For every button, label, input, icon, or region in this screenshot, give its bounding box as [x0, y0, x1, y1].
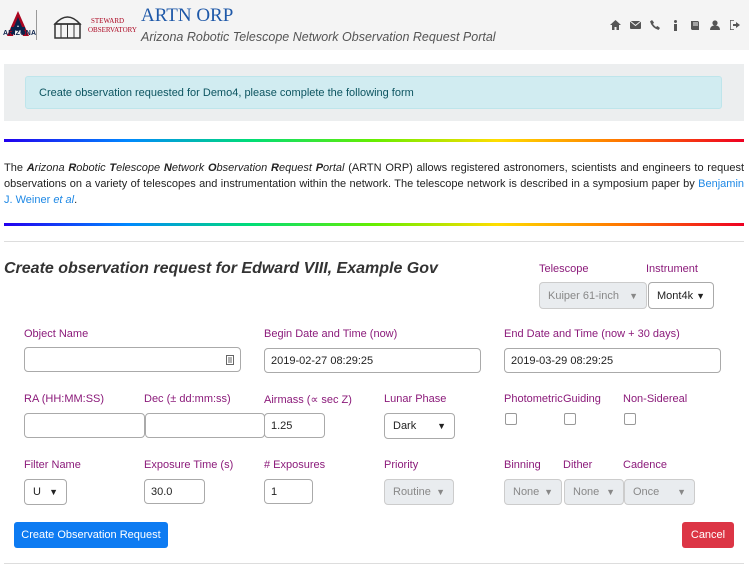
intro-word: rizona: [34, 162, 69, 174]
chevron-down-icon: ▼: [544, 487, 553, 497]
priority-label: Priority: [384, 459, 419, 471]
intro-paragraph: The Arizona Robotic Telescope Network Ob…: [4, 160, 744, 208]
airmass-label: Airmass (∝ sec Z): [264, 394, 352, 406]
filter-name-select[interactable]: U ▼: [24, 479, 67, 505]
intro-letter: O: [207, 162, 217, 174]
intro-letter: N: [163, 162, 172, 174]
filter-name-label: Filter Name: [24, 459, 81, 471]
cadence-select[interactable]: Once ▼: [624, 479, 695, 505]
create-observation-button[interactable]: Create Observation Request: [14, 522, 168, 548]
intro-word: bservation: [216, 162, 271, 174]
num-exposures-input[interactable]: 1: [264, 479, 313, 504]
rainbow-divider-bottom: [4, 223, 744, 226]
telescope-label: Telescope: [539, 263, 589, 275]
exposure-time-label: Exposure Time (s): [144, 459, 234, 471]
intro-letter: A: [26, 162, 35, 174]
rainbow-divider-top: [4, 139, 744, 142]
book-icon[interactable]: [689, 19, 701, 31]
non-sidereal-checkbox[interactable]: [624, 413, 636, 425]
app-title: ARTN ORP: [141, 5, 234, 26]
ra-label: RA (HH:MM:SS): [24, 393, 105, 405]
dither-label: Dither: [563, 459, 593, 471]
intro-letter: P: [315, 162, 324, 174]
user-icon[interactable]: [709, 19, 721, 31]
intro-word: ortal: [323, 162, 345, 174]
binning-value: None: [513, 486, 540, 498]
contact-card-icon: [226, 354, 234, 365]
logo-divider: [36, 10, 37, 40]
info-alert: Create observation requested for Demo4, …: [25, 76, 722, 109]
cadence-label: Cadence: [623, 459, 668, 471]
chevron-down-icon: ▼: [437, 421, 446, 431]
exposure-time-input[interactable]: 30.0: [144, 479, 205, 504]
lunar-phase-label: Lunar Phase: [384, 393, 447, 405]
intro-the: The: [4, 162, 23, 174]
lunar-phase-select[interactable]: Dark ▼: [384, 413, 455, 439]
app-subtitle: Arizona Robotic Telescope Network Observ…: [141, 30, 496, 44]
lunar-phase-value: Dark: [393, 420, 417, 432]
object-name-label: Object Name: [24, 328, 89, 340]
phone-icon[interactable]: [649, 19, 661, 31]
intro-word: equest: [278, 162, 316, 174]
intro-end: .: [74, 194, 78, 206]
envelope-icon[interactable]: [629, 19, 641, 31]
binning-label: Binning: [504, 459, 541, 471]
dither-value: None: [573, 486, 600, 498]
home-icon[interactable]: [609, 19, 621, 31]
steward-logo-line2: OBSERVATORY: [88, 26, 137, 34]
priority-value: Routine: [393, 486, 431, 498]
chevron-down-icon: ▼: [49, 487, 58, 497]
sign-out-icon[interactable]: [729, 19, 741, 31]
instrument-value: Mont4k: [657, 289, 694, 302]
guiding-label: Guiding: [563, 393, 601, 405]
cancel-button[interactable]: Cancel: [682, 522, 734, 548]
chevron-down-icon: ▼: [629, 290, 638, 301]
intro-word: elescope: [116, 162, 164, 174]
info-icon[interactable]: [669, 19, 681, 31]
form-title: Create observation request for Edward VI…: [4, 260, 438, 277]
arizona-logo-text: ARIZONA: [3, 30, 37, 37]
begin-date-label: Begin Date and Time (now): [264, 328, 398, 340]
photometric-checkbox[interactable]: [505, 413, 517, 425]
dec-input[interactable]: [145, 413, 265, 438]
section-divider: [4, 241, 744, 242]
telescope-select[interactable]: Kuiper 61-inch ▼: [539, 282, 647, 309]
chevron-down-icon: ▼: [677, 487, 686, 497]
object-name-input[interactable]: [24, 347, 241, 372]
chevron-down-icon: ▼: [696, 290, 705, 301]
header-nav: [609, 19, 741, 31]
cadence-value: Once: [633, 486, 660, 498]
observatory-dome-icon[interactable]: [50, 10, 85, 40]
dither-select[interactable]: None ▼: [564, 479, 624, 505]
intro-word: etwork: [171, 162, 208, 174]
begin-date-input[interactable]: 2019-02-27 08:29:25: [264, 348, 481, 373]
instrument-label: Instrument: [646, 263, 698, 275]
dec-label: Dec (± dd:mm:ss): [144, 393, 231, 405]
intro-word: obotic: [76, 162, 110, 174]
chevron-down-icon: ▼: [436, 487, 445, 497]
footer-divider: [4, 563, 744, 564]
airmass-input[interactable]: 1.25: [264, 413, 325, 438]
binning-select[interactable]: None ▼: [504, 479, 562, 505]
steward-logo-line1: STEWARD: [91, 17, 125, 25]
instrument-select[interactable]: Mont4k ▼: [648, 282, 714, 309]
num-exposures-label: # Exposures: [264, 459, 326, 471]
priority-select[interactable]: Routine ▼: [384, 479, 454, 505]
paper-link-etal[interactable]: et al: [53, 194, 74, 206]
photometric-label: Photometric: [504, 393, 563, 405]
end-date-input[interactable]: 2019-03-29 08:29:25: [504, 348, 721, 373]
telescope-value: Kuiper 61-inch: [548, 289, 619, 302]
chevron-down-icon: ▼: [606, 487, 615, 497]
ra-input[interactable]: [24, 413, 145, 438]
filter-name-value: U: [33, 486, 41, 498]
guiding-checkbox[interactable]: [564, 413, 576, 425]
intro-letter: R: [271, 162, 279, 174]
end-date-label: End Date and Time (now + 30 days): [504, 328, 680, 340]
non-sidereal-label: Non-Sidereal: [623, 393, 688, 405]
